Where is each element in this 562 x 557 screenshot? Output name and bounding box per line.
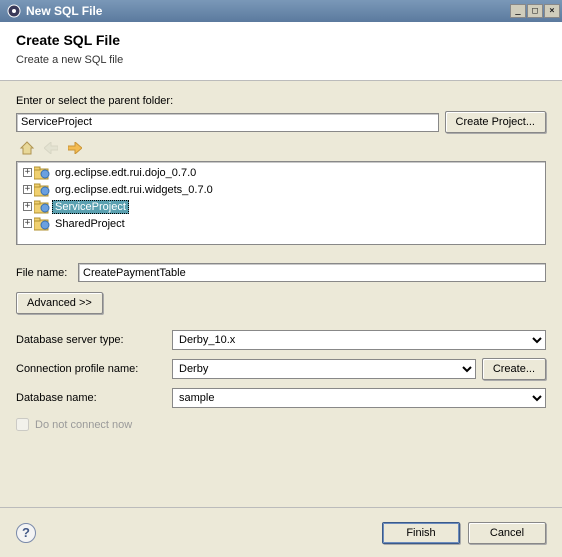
tree-item[interactable]: + org.eclipse.edt.rui.dojo_0.7.0 — [19, 164, 543, 181]
tree-item[interactable]: + org.eclipse.edt.rui.widgets_0.7.0 — [19, 181, 543, 198]
minimize-button[interactable]: _ — [510, 4, 526, 18]
do-not-connect-label: Do not connect now — [35, 419, 132, 431]
finish-button[interactable]: Finish — [382, 522, 460, 544]
tree-item-label: org.eclipse.edt.rui.widgets_0.7.0 — [52, 183, 216, 197]
database-name-label: Database name: — [16, 392, 166, 404]
close-button[interactable]: × — [544, 4, 560, 18]
forward-arrow-icon[interactable] — [66, 139, 84, 157]
page-title: Create SQL File — [16, 32, 546, 48]
parent-folder-input[interactable] — [16, 113, 439, 132]
tree-expander-icon[interactable]: + — [23, 219, 32, 228]
tree-expander-icon[interactable]: + — [23, 202, 32, 211]
back-arrow-icon — [42, 139, 60, 157]
advanced-button[interactable]: Advanced >> — [16, 292, 103, 314]
tree-item[interactable]: + ServiceProject — [19, 198, 543, 215]
project-icon — [34, 166, 50, 180]
dialog-buttonbar: ? Finish Cancel — [0, 507, 562, 557]
cancel-button[interactable]: Cancel — [468, 522, 546, 544]
create-project-button[interactable]: Create Project... — [445, 111, 546, 133]
project-icon — [34, 200, 50, 214]
database-name-select[interactable]: sample — [172, 388, 546, 408]
connection-profile-label: Connection profile name: — [16, 363, 166, 375]
tree-item-label: ServiceProject — [52, 200, 129, 214]
db-server-type-select[interactable]: Derby_10.x — [172, 330, 546, 350]
tree-expander-icon[interactable]: + — [23, 185, 32, 194]
page-subtitle: Create a new SQL file — [16, 54, 546, 66]
tree-item-label: SharedProject — [52, 217, 128, 231]
maximize-button[interactable]: □ — [527, 4, 543, 18]
tree-item[interactable]: + SharedProject — [19, 215, 543, 232]
dialog-header: Create SQL File Create a new SQL file — [0, 22, 562, 81]
parent-folder-label: Enter or select the parent folder: — [16, 95, 546, 107]
tree-toolbar — [16, 135, 546, 161]
create-connection-button[interactable]: Create... — [482, 358, 546, 380]
project-icon — [34, 217, 50, 231]
file-name-label: File name: — [16, 267, 72, 279]
window-title: New SQL File — [26, 4, 509, 18]
app-icon — [6, 3, 22, 19]
home-icon[interactable] — [18, 139, 36, 157]
folder-tree[interactable]: + org.eclipse.edt.rui.dojo_0.7.0 + org.e… — [16, 161, 546, 245]
db-server-type-label: Database server type: — [16, 334, 166, 346]
file-name-input[interactable] — [78, 263, 546, 282]
tree-expander-icon[interactable]: + — [23, 168, 32, 177]
project-icon — [34, 183, 50, 197]
window-titlebar: New SQL File _ □ × — [0, 0, 562, 22]
connection-profile-select[interactable]: Derby — [172, 359, 476, 379]
tree-item-label: org.eclipse.edt.rui.dojo_0.7.0 — [52, 166, 199, 180]
help-icon[interactable]: ? — [16, 523, 36, 543]
do-not-connect-checkbox — [16, 418, 29, 431]
